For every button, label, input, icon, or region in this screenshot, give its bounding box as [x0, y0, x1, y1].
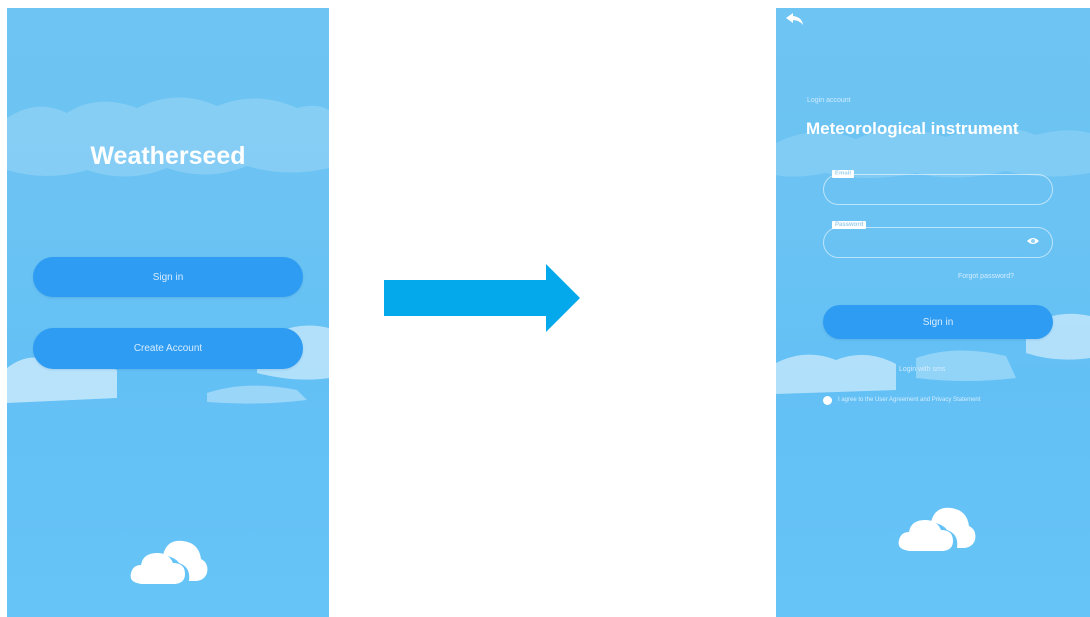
- app-title: Weatherseed: [90, 142, 246, 170]
- login-sign-in-button[interactable]: Sign in: [823, 305, 1053, 339]
- back-arrow-icon[interactable]: [785, 12, 805, 26]
- background-clouds-top: [7, 97, 329, 177]
- sign-in-button[interactable]: Sign in: [33, 257, 303, 297]
- password-input[interactable]: [823, 227, 1053, 258]
- agreement-radio[interactable]: [823, 396, 832, 405]
- login-title: Meteorological instrument: [806, 119, 1019, 138]
- cloud-logo-icon: [898, 507, 976, 551]
- account-input[interactable]: [823, 174, 1053, 205]
- agreement-text[interactable]: I agree to the User Agreement and Privac…: [838, 397, 980, 403]
- login-screen: Login account Meteorological instrument …: [776, 8, 1090, 617]
- forgot-password-link[interactable]: Forgot password?: [958, 273, 1014, 280]
- welcome-screen: Weatherseed Sign in Create Account: [7, 8, 329, 617]
- right-arrow-icon: [384, 264, 580, 332]
- eye-icon[interactable]: [1026, 236, 1040, 246]
- create-account-button[interactable]: Create Account: [33, 328, 303, 369]
- login-subtitle: Login account: [807, 97, 851, 104]
- cloud-logo-icon: [130, 540, 208, 584]
- alt-login-link[interactable]: Login with sms: [899, 366, 945, 373]
